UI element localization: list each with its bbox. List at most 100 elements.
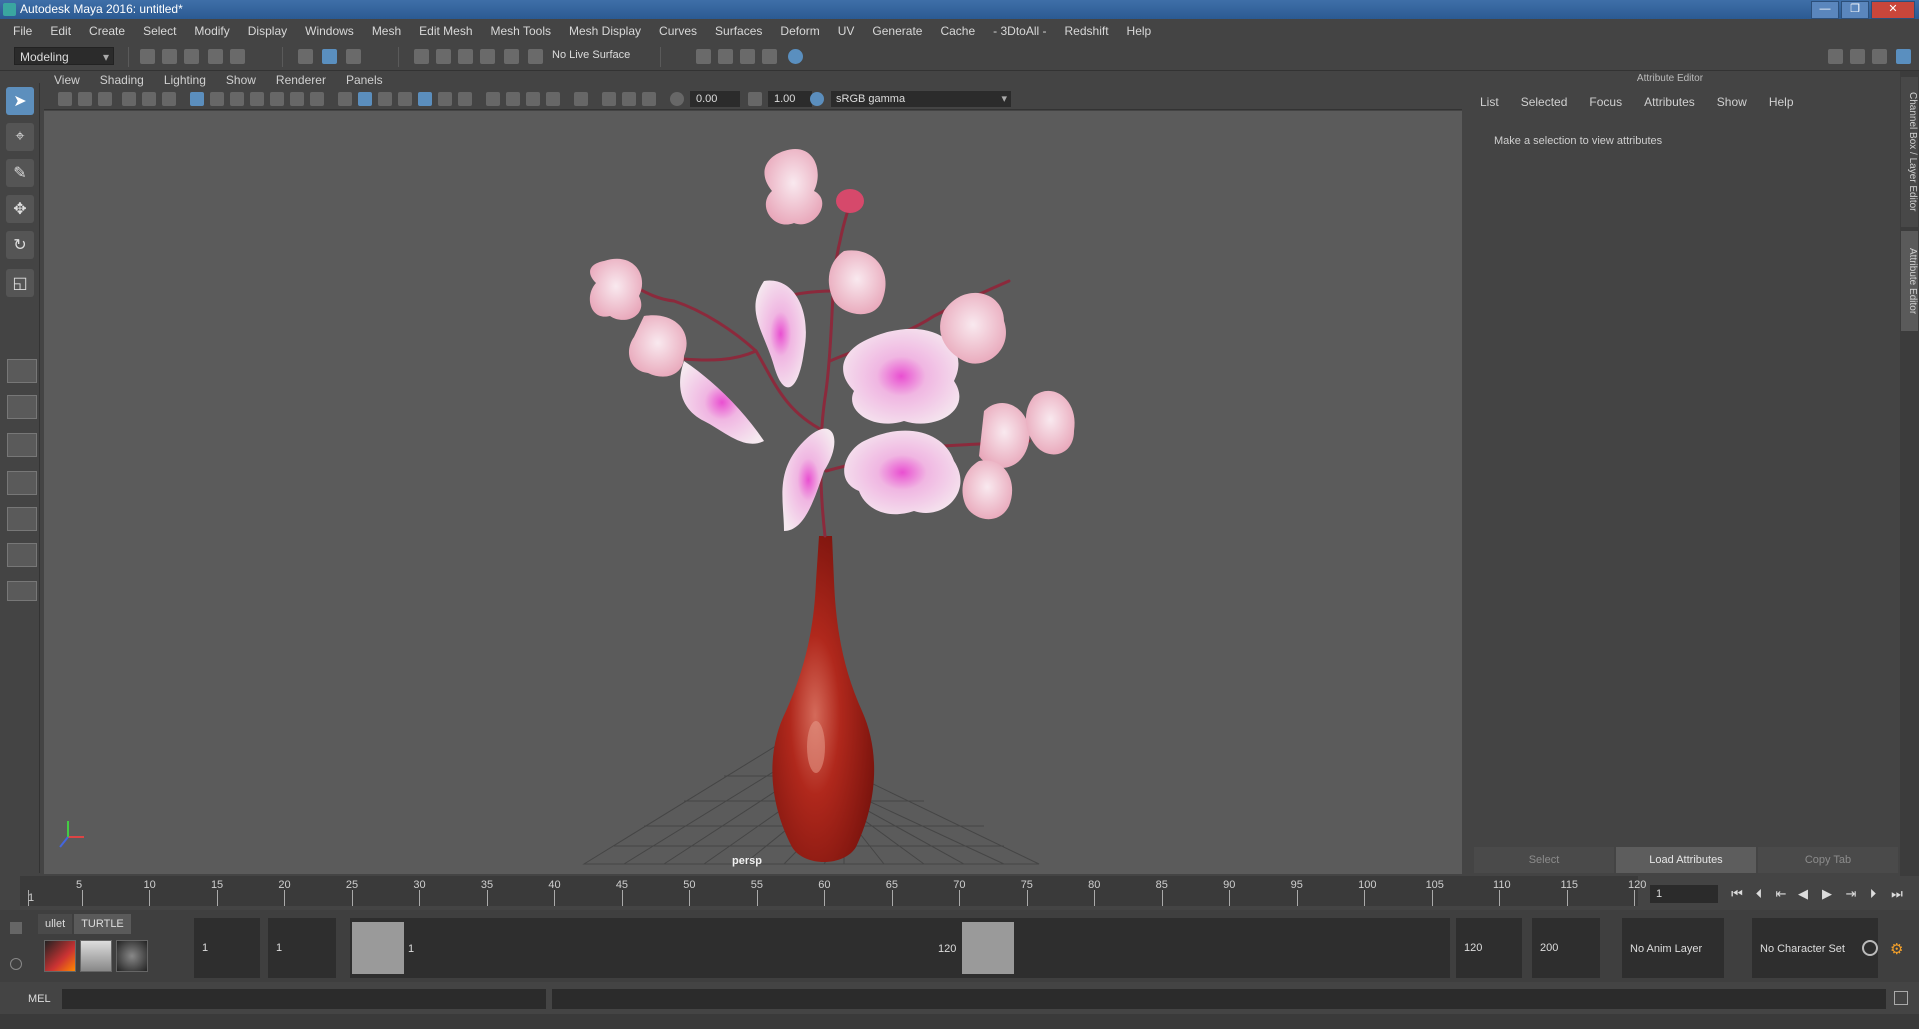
panel-menu-shading[interactable]: Shading <box>90 73 154 87</box>
menu-deform[interactable]: Deform <box>771 24 828 38</box>
gate-mask-icon[interactable] <box>250 92 264 106</box>
exposure-icon[interactable] <box>670 92 684 106</box>
character-set-dropdown[interactable]: No Character Set <box>1752 918 1878 978</box>
shelf-tab-bullet[interactable]: ullet <box>38 914 73 934</box>
panel-menu-show[interactable]: Show <box>216 73 266 87</box>
select-camera-icon[interactable] <box>58 92 72 106</box>
close-button[interactable]: ✕ <box>1871 1 1915 19</box>
save-scene-icon[interactable] <box>184 49 199 64</box>
custom-layout-icon[interactable] <box>7 581 37 601</box>
ipr-render-icon[interactable] <box>740 49 755 64</box>
motion-blur-icon[interactable] <box>506 92 520 106</box>
step-forward-key-button[interactable]: ⇥ <box>1842 886 1860 902</box>
snap-to-curve-icon[interactable] <box>436 49 451 64</box>
new-scene-icon[interactable] <box>140 49 155 64</box>
viewport-persp[interactable]: persp <box>44 111 1462 874</box>
hypershade-layout-icon[interactable] <box>7 543 37 567</box>
step-back-frame-button[interactable]: ⏴ <box>1750 886 1768 902</box>
depth-of-field-icon[interactable] <box>546 92 560 106</box>
render-current-frame-icon[interactable] <box>718 49 733 64</box>
tab-attribute-editor[interactable]: Attribute Editor <box>1901 231 1918 331</box>
open-scene-icon[interactable] <box>162 49 177 64</box>
go-to-end-button[interactable]: ⏭ <box>1888 886 1906 902</box>
outliner-persp-graph-layout-icon[interactable] <box>7 507 37 531</box>
range-start-handle[interactable] <box>352 922 404 974</box>
menu-select[interactable]: Select <box>134 24 185 38</box>
default-material-icon[interactable] <box>378 92 392 106</box>
tab-channel-box-layer-editor[interactable]: Channel Box / Layer Editor <box>1901 77 1918 227</box>
menu-curves[interactable]: Curves <box>650 24 706 38</box>
lasso-tool-icon[interactable]: ⌖ <box>6 123 34 151</box>
panel-menu-panels[interactable]: Panels <box>336 73 393 87</box>
script-language-label[interactable]: MEL <box>28 993 51 1005</box>
menu-mesh[interactable]: Mesh <box>363 24 410 38</box>
menu-set-dropdown[interactable]: Modeling <box>14 47 114 66</box>
film-gate-icon[interactable] <box>210 92 224 106</box>
menu-create[interactable]: Create <box>80 24 134 38</box>
playback-end-field[interactable]: 120 <box>1456 918 1522 978</box>
modeling-toolkit-icon[interactable] <box>1828 49 1843 64</box>
grid-icon[interactable] <box>190 92 204 106</box>
select-tool-icon[interactable]: ➤ <box>6 87 34 115</box>
animation-start-field[interactable]: 1 <box>194 918 260 978</box>
anim-layer-dropdown[interactable]: No Anim Layer <box>1622 918 1724 978</box>
snap-to-view-plane-icon[interactable] <box>480 49 495 64</box>
attr-menu-help[interactable]: Help <box>1769 95 1794 109</box>
range-slider-track[interactable]: 1 120 <box>350 918 1450 978</box>
range-end-handle[interactable] <box>962 922 1014 974</box>
live-surface-field[interactable]: No Live Surface <box>552 49 630 61</box>
menu-mesh-display[interactable]: Mesh Display <box>560 24 650 38</box>
2d-pan-zoom-icon[interactable] <box>142 92 156 106</box>
grease-pencil-icon[interactable] <box>162 92 176 106</box>
step-forward-frame-button[interactable]: ⏵ <box>1864 886 1882 902</box>
single-perspective-layout-icon[interactable] <box>7 359 37 383</box>
attr-menu-selected[interactable]: Selected <box>1521 95 1568 109</box>
camera-attributes-icon[interactable] <box>78 92 92 106</box>
view-transform-dropdown[interactable]: sRGB gamma <box>831 91 1011 107</box>
xray-icon[interactable] <box>602 92 616 106</box>
multisample-aa-icon[interactable] <box>526 92 540 106</box>
animation-end-field[interactable]: 200 <box>1532 918 1600 978</box>
paint-select-tool-icon[interactable]: ✎ <box>6 159 34 187</box>
playback-start-field[interactable]: 1 <box>268 918 336 978</box>
textured-icon[interactable] <box>418 92 432 106</box>
safe-action-icon[interactable] <box>290 92 304 106</box>
panel-menu-renderer[interactable]: Renderer <box>266 73 336 87</box>
step-back-key-button[interactable]: ⇤ <box>1772 886 1790 902</box>
snap-to-grid-icon[interactable] <box>414 49 429 64</box>
redo-icon[interactable] <box>230 49 245 64</box>
turtle-material-icon[interactable] <box>116 940 148 972</box>
menu-generate[interactable]: Generate <box>863 24 931 38</box>
shadows-icon[interactable] <box>458 92 472 106</box>
panel-menu-view[interactable]: View <box>44 73 90 87</box>
four-view-layout-icon[interactable] <box>7 395 37 419</box>
menu-edit[interactable]: Edit <box>41 24 80 38</box>
gamma-field[interactable]: 1.00 <box>768 91 812 107</box>
attribute-editor-toggle-icon[interactable] <box>1896 49 1911 64</box>
render-view-icon[interactable] <box>762 49 777 64</box>
menu-edit-mesh[interactable]: Edit Mesh <box>410 24 481 38</box>
use-all-lights-icon[interactable] <box>438 92 452 106</box>
menu-redshift[interactable]: Redshift <box>1056 24 1118 38</box>
attr-menu-list[interactable]: List <box>1480 95 1499 109</box>
time-slider[interactable]: 5 10 15 20 25 30 35 40 45 50 55 60 65 70 75 80 85 90 95 100… <box>20 876 1646 906</box>
menu-modify[interactable]: Modify <box>185 24 238 38</box>
wireframe-icon[interactable] <box>338 92 352 106</box>
resolution-gate-icon[interactable] <box>230 92 244 106</box>
load-attributes-button[interactable]: Load Attributes <box>1616 847 1756 873</box>
image-plane-icon[interactable] <box>122 92 136 106</box>
menu-help[interactable]: Help <box>1118 24 1161 38</box>
snap-projected-center-icon[interactable] <box>528 49 543 64</box>
turtle-bake-icon[interactable] <box>80 940 112 972</box>
select-button[interactable]: Select <box>1474 847 1614 873</box>
attr-menu-focus[interactable]: Focus <box>1589 95 1622 109</box>
auto-key-icon[interactable] <box>1862 940 1878 956</box>
hypershade-icon[interactable] <box>788 49 803 64</box>
move-tool-icon[interactable]: ✥ <box>6 195 34 223</box>
shelf-menu-icon[interactable] <box>10 922 22 934</box>
isolate-select-icon[interactable] <box>574 92 588 106</box>
render-settings-icon[interactable] <box>696 49 711 64</box>
snap-to-point-icon[interactable] <box>458 49 473 64</box>
field-chart-icon[interactable] <box>270 92 284 106</box>
animation-prefs-icon[interactable]: ⚙ <box>1890 940 1908 958</box>
